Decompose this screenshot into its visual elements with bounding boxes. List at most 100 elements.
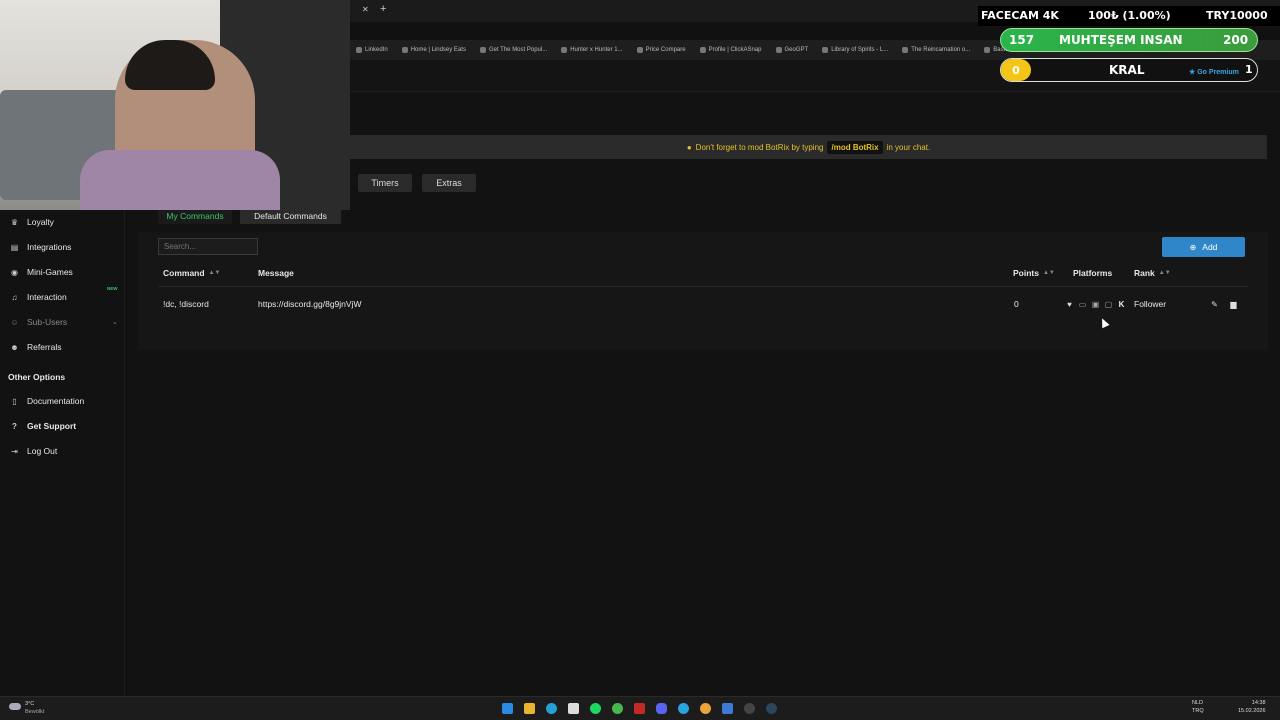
- sidebar-item-loyalty[interactable]: ♛ Loyalty: [10, 215, 120, 229]
- supporter-count-right: 200: [1223, 33, 1249, 47]
- gamepad-icon: ◉: [11, 267, 18, 277]
- notepad-icon[interactable]: [722, 703, 733, 714]
- help-icon: ?: [12, 421, 17, 431]
- add-command-button[interactable]: ⊕ Add: [1162, 237, 1245, 257]
- sidebar-item-log-out[interactable]: ⇥ Log Out: [10, 444, 120, 458]
- close-tab-icon[interactable]: ✕: [362, 5, 369, 14]
- sort-icon: ▲▼: [1042, 270, 1055, 276]
- column-header-platforms: Platforms: [1073, 268, 1112, 278]
- edit-icon[interactable]: ✎: [1210, 300, 1219, 309]
- xbox-icon[interactable]: [612, 703, 623, 714]
- bookmark-item[interactable]: Get The Most Popul...: [479, 47, 548, 53]
- system-clock[interactable]: 14:38 15.02.2026: [1238, 699, 1266, 715]
- column-header-label: Message: [258, 268, 294, 278]
- telegram-icon[interactable]: [678, 703, 689, 714]
- edge-browser-icon[interactable]: [546, 703, 557, 714]
- bookmark-label: LinkedIn: [365, 47, 388, 53]
- sidebar-item-interaction[interactable]: ♫ Interaction NEW: [10, 286, 120, 304]
- weather-icon: [9, 703, 21, 710]
- column-header-rank[interactable]: Rank ▲▼: [1134, 268, 1171, 278]
- users-icon: ☺: [10, 317, 19, 327]
- steam-icon[interactable]: [766, 703, 777, 714]
- rank-name: KRAL: [1109, 63, 1145, 77]
- store-icon[interactable]: [568, 703, 579, 714]
- x-app-icon[interactable]: [634, 703, 645, 714]
- language-bottom[interactable]: TRQ: [1192, 708, 1204, 714]
- sidebar-item-documentation[interactable]: ▯ Documentation: [10, 394, 120, 408]
- discord-icon[interactable]: [656, 703, 667, 714]
- sidebar-item-sub-users[interactable]: ☺ Sub-Users ⌄: [10, 315, 120, 329]
- sidebar-item-label: Loyalty: [27, 217, 54, 227]
- bookmark-item[interactable]: Price Compare: [636, 47, 686, 53]
- warning-icon: ●: [686, 142, 692, 152]
- trophy-icon: ♛: [10, 217, 19, 227]
- sidebar-item-integrations[interactable]: ▤ Integrations: [10, 240, 120, 254]
- supporter-count-left: 157: [1009, 33, 1035, 47]
- bookmark-item[interactable]: Hunter x Hunter 1...: [561, 47, 623, 53]
- bookmark-item[interactable]: GeoGPT: [775, 47, 809, 53]
- obs-icon[interactable]: [744, 703, 755, 714]
- add-button-label: Add: [1202, 242, 1218, 252]
- bookmark-item[interactable]: Profile | ClickASnap: [699, 47, 762, 53]
- mod-notice: ● Don't forget to mod BotRix by typing /…: [350, 135, 1267, 159]
- webcam-person-shirt: [80, 150, 280, 210]
- rank-bottom-right: 1: [1245, 63, 1253, 76]
- new-tab-button[interactable]: +: [380, 3, 386, 15]
- weather-desc: Bewölkt: [25, 709, 45, 715]
- donation-goal-overlay: FACECAM 4K 100₺ (1.00%) TRY10000: [978, 6, 1280, 26]
- sidebar-item-get-support[interactable]: ? Get Support: [10, 419, 120, 433]
- file-explorer-icon[interactable]: [524, 703, 535, 714]
- sidebar-item-label: Interaction: [27, 292, 67, 302]
- goal-target: TRY10000: [1206, 9, 1268, 22]
- cell-message: https://discord.gg/8g9jnVjW: [258, 299, 362, 309]
- column-header-points[interactable]: Points ▲▼: [1013, 268, 1055, 278]
- bookmark-item[interactable]: Library of Spirits - L...: [822, 47, 888, 53]
- sidebar-item-mini-games[interactable]: ◉ Mini-Games: [10, 265, 120, 279]
- chrome-icon[interactable]: [700, 703, 711, 714]
- bookmark-item[interactable]: LinkedIn: [356, 47, 388, 53]
- bookmark-label: Library of Spirits - L...: [831, 47, 889, 53]
- go-premium-link[interactable]: ★ Go Premium: [1189, 68, 1239, 76]
- windows-start-icon[interactable]: [502, 703, 513, 714]
- column-header-label: Rank: [1134, 268, 1155, 278]
- column-header-message: Message: [258, 268, 294, 278]
- subtab-default-commands[interactable]: Default Commands: [240, 208, 341, 224]
- bookmark-favicon-icon: [479, 47, 486, 53]
- language-top[interactable]: NLD: [1192, 700, 1203, 706]
- new-badge: NEW: [107, 286, 118, 291]
- notice-text-after: in your chat.: [886, 142, 931, 152]
- referrals-icon: ☻: [10, 342, 19, 352]
- bookmark-label: Get The Most Popul...: [488, 47, 548, 53]
- rank-overlay: 0 KRAL ★ Go Premium 1: [1000, 58, 1258, 82]
- facecam-label: FACECAM 4K: [981, 9, 1059, 22]
- bookmark-favicon-icon: [984, 47, 991, 53]
- bookmark-item[interactable]: The Reincarnation o...: [902, 47, 970, 53]
- go-premium-label: Go Premium: [1197, 69, 1239, 76]
- sidebar-item-label: Get Support: [27, 421, 77, 431]
- kick-icon: K: [1118, 300, 1125, 309]
- trash-icon[interactable]: ▆: [1229, 300, 1238, 309]
- bookmark-item[interactable]: Home | Lindsey Eats: [401, 47, 466, 53]
- bookmark-label: GeoGPT: [784, 47, 809, 53]
- spotify-icon[interactable]: [590, 703, 601, 714]
- column-header-label: Command: [163, 268, 205, 278]
- cell-points: 0: [1014, 299, 1019, 309]
- cell-rank: Follower: [1134, 299, 1167, 309]
- sidebar-item-referrals[interactable]: ☻ Referrals: [10, 340, 120, 354]
- chevron-down-icon: ⌄: [112, 319, 118, 326]
- table-divider: [158, 286, 1248, 287]
- sidebar: ♛ Loyalty ▤ Integrations ◉ Mini-Games ♫ …: [0, 210, 125, 696]
- youtube-icon: ▣: [1091, 300, 1100, 309]
- rank-count: 0: [1001, 59, 1031, 81]
- plus-circle-icon: ⊕: [1189, 242, 1197, 252]
- sidebar-item-label: Integrations: [27, 242, 72, 252]
- weather-temp: 3°C: [25, 701, 35, 707]
- column-header-command[interactable]: Command ▲▼: [163, 268, 220, 278]
- sidebar-item-label: Sub-Users: [27, 317, 68, 327]
- search-input[interactable]: [158, 238, 258, 255]
- chat-icon: ▭: [1078, 300, 1087, 309]
- webcam-feed: [0, 0, 350, 210]
- tab-timers[interactable]: Timers: [358, 174, 412, 192]
- tab-extras[interactable]: Extras: [422, 174, 476, 192]
- subtab-my-commands[interactable]: My Commands: [158, 208, 232, 224]
